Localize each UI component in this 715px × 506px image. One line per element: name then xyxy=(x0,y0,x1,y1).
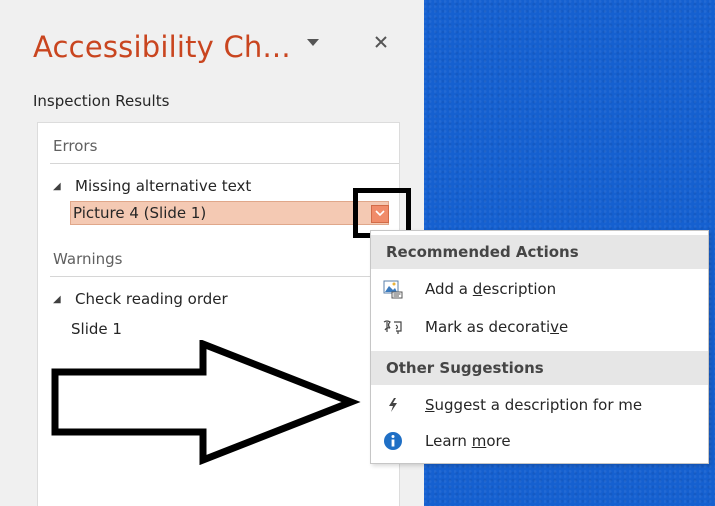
pane-options-button[interactable] xyxy=(306,36,320,48)
mark-as-decorative-menu-item[interactable]: Mark as decorative xyxy=(371,309,708,345)
recommended-actions-dropdown-button[interactable] xyxy=(371,205,389,223)
learn-more-label: Learn more xyxy=(425,432,511,450)
picture-description-icon xyxy=(382,278,404,300)
error-item-picture-4[interactable]: Picture 4 (Slide 1) xyxy=(70,201,389,225)
accessibility-checker-pane: Accessibility Ch... Inspection Results E… xyxy=(0,0,424,506)
warnings-header: Warnings xyxy=(53,250,123,268)
decorative-icon xyxy=(382,316,404,338)
warnings-divider xyxy=(50,276,399,277)
warning-group-reading-order[interactable]: ◢ Check reading order xyxy=(53,290,228,308)
inspection-results-list: Errors ◢ Missing alternative text Pictur… xyxy=(37,122,400,506)
errors-divider xyxy=(50,163,399,164)
collapse-caret-icon[interactable]: ◢ xyxy=(53,294,67,305)
suggest-description-menu-item[interactable]: Suggest a description for me xyxy=(371,387,708,423)
triangle-down-icon xyxy=(307,39,319,46)
learn-more-menu-item[interactable]: Learn more xyxy=(371,423,708,459)
add-description-menu-item[interactable]: Add a description xyxy=(371,271,708,307)
lightning-icon xyxy=(382,394,404,416)
error-group-missing-alt-text[interactable]: ◢ Missing alternative text xyxy=(53,177,251,195)
chevron-down-icon xyxy=(375,210,385,217)
collapse-caret-icon[interactable]: ◢ xyxy=(53,181,67,192)
close-icon xyxy=(375,36,387,48)
recommended-actions-header: Recommended Actions xyxy=(371,235,708,269)
warning-item-slide-1[interactable]: Slide 1 xyxy=(71,320,122,338)
add-description-label: Add a description xyxy=(425,280,557,298)
errors-header: Errors xyxy=(53,137,98,155)
suggest-description-label: Suggest a description for me xyxy=(425,396,643,414)
recommended-actions-menu: Recommended Actions Add a description Ma… xyxy=(370,230,709,464)
inspection-results-label: Inspection Results xyxy=(33,92,170,110)
close-button[interactable] xyxy=(373,34,389,50)
mark-as-decorative-label: Mark as decorative xyxy=(425,318,569,336)
info-icon xyxy=(382,430,404,452)
other-suggestions-header: Other Suggestions xyxy=(371,351,708,385)
pane-title: Accessibility Ch... xyxy=(33,30,291,64)
warning-group-label: Check reading order xyxy=(75,290,228,308)
error-group-label: Missing alternative text xyxy=(75,177,252,195)
error-item-label: Picture 4 (Slide 1) xyxy=(73,204,207,222)
